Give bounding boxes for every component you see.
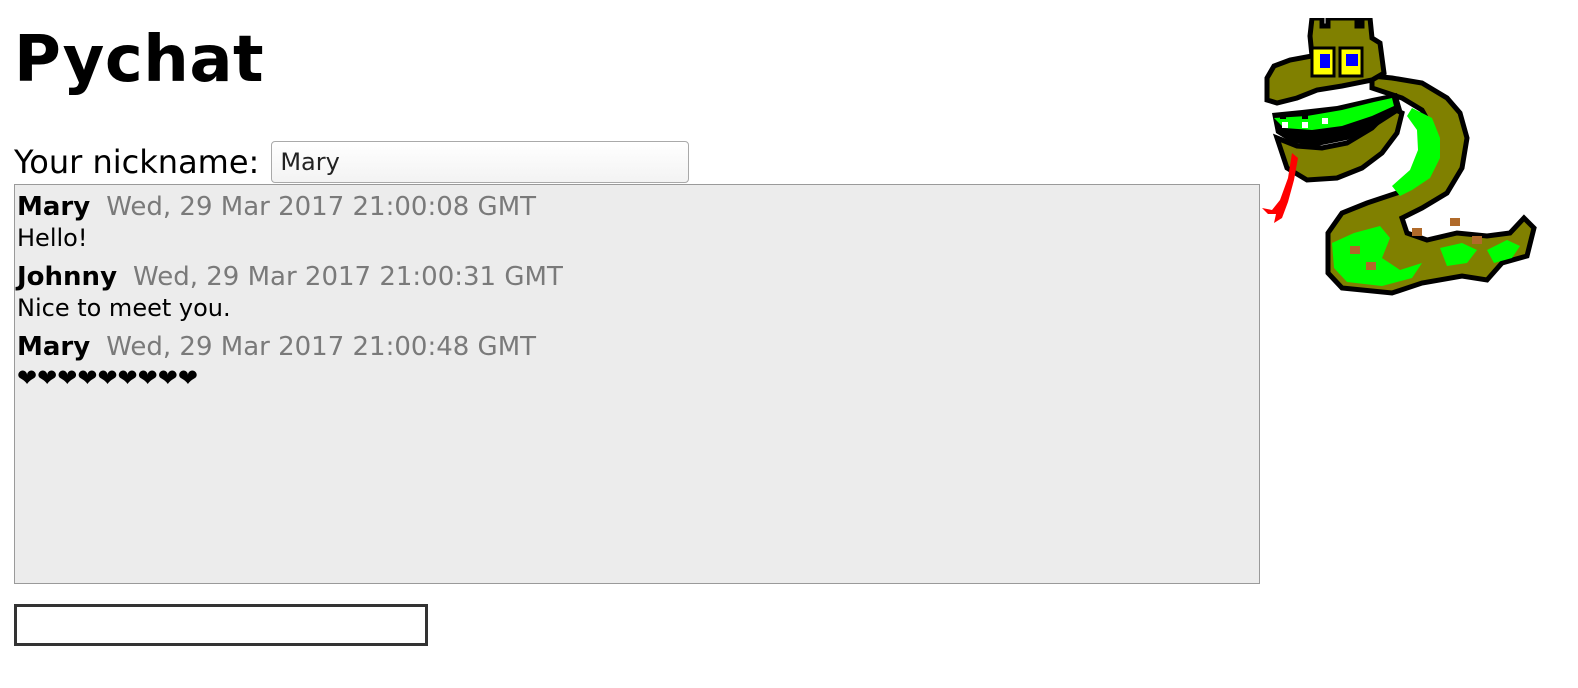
message-item: Mary Wed, 29 Mar 2017 21:00:48 GMT ❤❤❤❤❤❤… (17, 331, 1257, 393)
message-timestamp: Wed, 29 Mar 2017 21:00:31 GMT (133, 262, 563, 292)
message-item: Johnny Wed, 29 Mar 2017 21:00:31 GMT Nice… (17, 261, 1257, 323)
page-title: Pychat (14, 23, 265, 97)
message-log[interactable]: Mary Wed, 29 Mar 2017 21:00:08 GMT Hello!… (14, 184, 1260, 584)
message-header: Mary Wed, 29 Mar 2017 21:00:08 GMT (17, 191, 1257, 223)
message-timestamp: Wed, 29 Mar 2017 21:00:48 GMT (106, 332, 537, 362)
message-item: Mary Wed, 29 Mar 2017 21:00:08 GMT Hello! (17, 191, 1257, 253)
message-timestamp: Wed, 29 Mar 2017 21:00:08 GMT (106, 192, 537, 222)
message-author: Mary (17, 332, 91, 362)
message-text: ❤❤❤❤❤❤❤❤❤ (17, 364, 198, 392)
pychat-page: Pychat Your nickname: Mary Wed, 29 Mar 20… (0, 0, 1578, 688)
nickname-input[interactable] (271, 141, 690, 183)
snake-head (1264, 18, 1405, 183)
message-author: Mary (17, 192, 91, 222)
nickname-row: Your nickname: (14, 140, 690, 184)
message-text: Hello! (17, 224, 88, 252)
message-text: Nice to meet you. (17, 294, 231, 322)
message-compose-input[interactable] (14, 604, 428, 646)
message-header: Mary Wed, 29 Mar 2017 21:00:48 GMT (17, 331, 1257, 363)
message-author: Johnny (17, 262, 118, 292)
snake-tongue (1262, 153, 1298, 223)
nickname-label: Your nickname: (14, 143, 260, 181)
message-header: Johnny Wed, 29 Mar 2017 21:00:31 GMT (17, 261, 1257, 293)
python-snake-icon (1262, 18, 1537, 296)
